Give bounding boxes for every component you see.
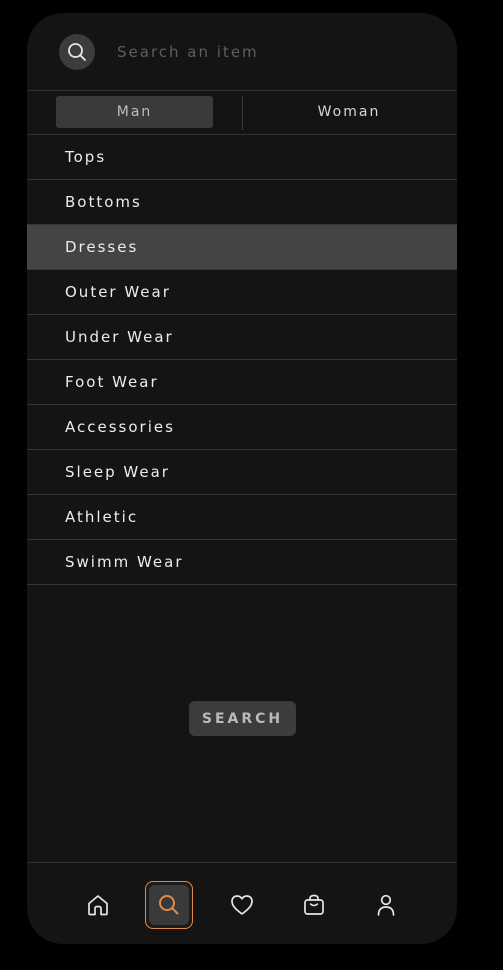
shopping-bag-icon xyxy=(301,892,327,918)
nav-cart-button[interactable] xyxy=(290,881,338,929)
category-item-sleep-wear[interactable]: Sleep Wear xyxy=(27,450,457,495)
search-icon-button[interactable] xyxy=(59,34,95,70)
search-icon xyxy=(66,41,88,63)
category-item-tops[interactable]: Tops xyxy=(27,135,457,180)
tab-divider xyxy=(242,96,243,130)
app-screen: Man Woman Tops Bottoms Dresses Outer Wea… xyxy=(27,13,457,944)
category-item-under-wear[interactable]: Under Wear xyxy=(27,315,457,360)
category-item-athletic[interactable]: Athletic xyxy=(27,495,457,540)
category-item-dresses[interactable]: Dresses xyxy=(27,225,457,270)
search-bar xyxy=(27,13,457,91)
category-item-foot-wear[interactable]: Foot Wear xyxy=(27,360,457,405)
nav-profile-button[interactable] xyxy=(362,881,410,929)
bottom-nav xyxy=(27,862,457,944)
search-button[interactable]: SEARCH xyxy=(189,701,296,736)
category-item-accessories[interactable]: Accessories xyxy=(27,405,457,450)
gender-tabs: Man Woman xyxy=(27,91,457,135)
category-item-swimm-wear[interactable]: Swimm Wear xyxy=(27,540,457,585)
nav-search-button[interactable] xyxy=(145,881,193,929)
nav-home-button[interactable] xyxy=(74,881,122,929)
nav-favorites-button[interactable] xyxy=(218,881,266,929)
home-icon xyxy=(85,892,111,918)
user-icon xyxy=(373,892,399,918)
category-item-outer-wear[interactable]: Outer Wear xyxy=(27,270,457,315)
category-item-bottoms[interactable]: Bottoms xyxy=(27,180,457,225)
tab-woman[interactable]: Woman xyxy=(271,96,427,128)
search-input[interactable] xyxy=(117,39,417,65)
heart-icon xyxy=(228,891,256,919)
category-list: Tops Bottoms Dresses Outer Wear Under We… xyxy=(27,135,457,585)
search-icon xyxy=(156,892,182,918)
nav-search-highlight xyxy=(149,885,189,925)
tab-man[interactable]: Man xyxy=(56,96,213,128)
